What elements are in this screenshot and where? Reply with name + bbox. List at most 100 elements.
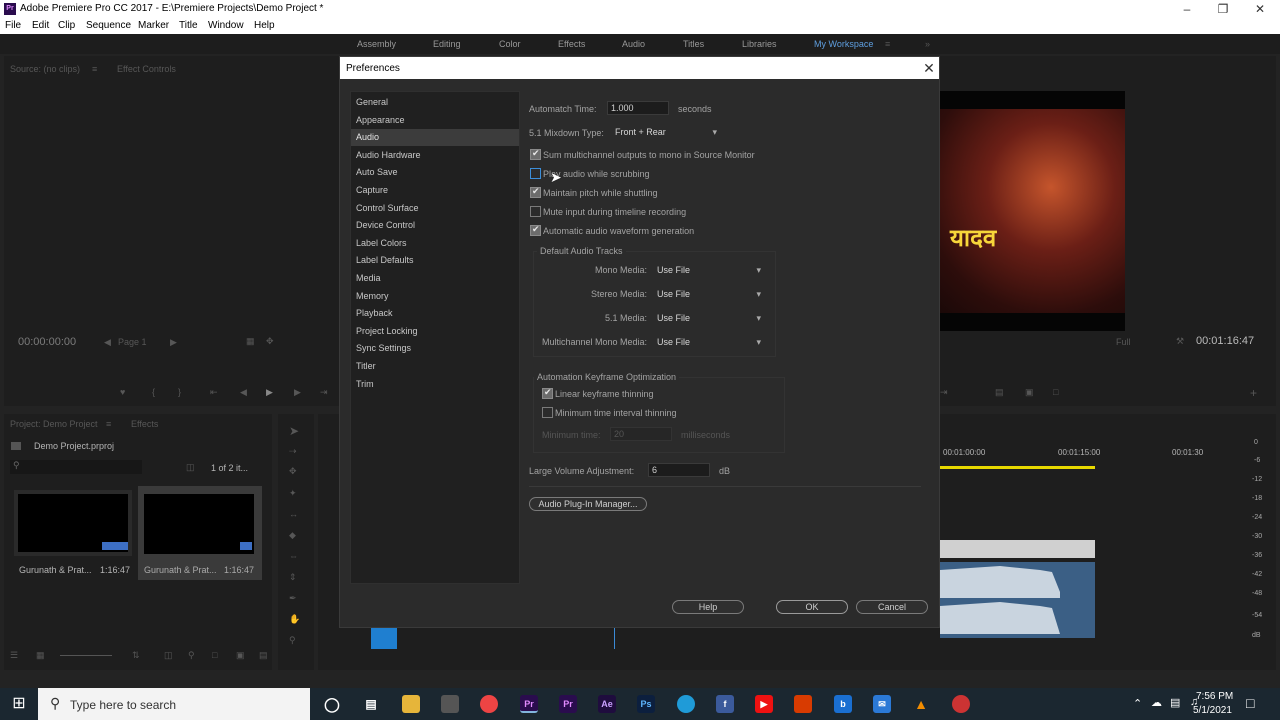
vlc-icon[interactable]: ▲ [912,695,930,713]
network-icon[interactable]: ▤ [1170,696,1180,709]
clip-thumbnail-1[interactable] [14,490,132,556]
project-search-input[interactable]: ⚲ [10,460,142,474]
min-time-input[interactable]: 20 [610,427,672,441]
workspace-my-workspace[interactable]: My Workspace [814,39,873,49]
windows-start-icon[interactable]: ⊞ [0,688,38,720]
slide-icon[interactable]: ⇕ [289,572,297,583]
new-bin-icon[interactable]: □ [212,650,217,660]
zoom-icon[interactable]: ⚲ [289,635,296,646]
tab-effect-controls[interactable]: Effect Controls [117,64,176,74]
work-area-bar[interactable] [940,466,1095,469]
edge-icon[interactable] [677,695,695,713]
workspaces-overflow-icon[interactable]: » [925,39,930,49]
minimize-icon[interactable]: – [1177,2,1197,16]
new-item-icon[interactable]: ▣ [236,650,245,661]
page-prev-icon[interactable]: ◀ [104,337,111,348]
chrome-icon[interactable] [480,695,498,713]
tray-chevron-icon[interactable]: ⌃ [1133,697,1142,710]
task-view-icon[interactable]: ▤ [362,695,380,713]
prelude-taskbar-icon[interactable]: Pr [559,695,577,713]
maintain-pitch-checkbox[interactable] [530,186,541,198]
rolling-edit-icon[interactable]: ✦ [289,488,297,499]
category-general[interactable]: General [351,94,519,111]
settings-icon[interactable]: ▦ [246,336,255,347]
bing-icon[interactable]: b [834,695,852,713]
menu-clip[interactable]: Clip [58,20,75,31]
mark-out-icon[interactable]: } [178,387,181,397]
waveform-generation-checkbox[interactable] [530,224,541,236]
zoom-slider[interactable] [60,655,112,656]
go-to-out-icon[interactable]: ⇥ [320,387,328,398]
premiere-taskbar-icon[interactable]: Pr [520,695,538,713]
list-view-icon[interactable]: ☰ [10,650,18,661]
category-audio-hardware[interactable]: Audio Hardware [351,147,519,164]
workspace-libraries[interactable]: Libraries [742,39,777,49]
extract-icon[interactable]: ▣ [1025,387,1034,398]
wrench-icon[interactable]: ⚒ [1176,336,1184,347]
sort-icon[interactable]: ⇅ [132,650,140,661]
mixdown-dropdown[interactable]: Front + Rear [612,125,720,139]
menu-help[interactable]: Help [254,20,275,31]
photoshop-icon[interactable]: Ps [637,695,655,713]
category-audio[interactable]: Audio [351,129,519,147]
youtube-icon[interactable]: ▶ [755,695,773,713]
sum-multichannel-checkbox[interactable] [530,148,541,160]
step-forward-icon[interactable]: ▶ [294,387,301,398]
mute-input-checkbox[interactable] [530,206,541,217]
rate-stretch-icon[interactable]: ↔ [289,509,298,519]
category-titler[interactable]: Titler [351,358,519,375]
automate-icon[interactable]: ◫ [164,650,173,661]
multichannel-mono-dropdown[interactable]: Use File [654,335,764,349]
source-tab-menu-icon[interactable]: ≡ [92,64,97,74]
maximize-icon[interactable]: ❐ [1213,2,1233,16]
page-next-icon[interactable]: ▶ [170,337,177,348]
after-effects-icon[interactable]: Ae [598,695,616,713]
taskbar-search-box[interactable]: ⚲ Type here to search [38,688,310,720]
audio-plugin-manager-button[interactable]: Audio Plug-In Manager... [529,497,647,511]
min-interval-checkbox[interactable] [542,407,553,418]
workspace-titles[interactable]: Titles [683,39,704,49]
category-sync-settings[interactable]: Sync Settings [351,340,519,357]
file-explorer-icon[interactable] [402,695,420,713]
menu-marker[interactable]: Marker [138,20,169,31]
menu-edit[interactable]: Edit [32,20,49,31]
workspace-audio[interactable]: Audio [622,39,645,49]
ok-button[interactable]: OK [776,600,848,614]
cortana-icon[interactable]: ◯ [323,695,341,713]
step-back-icon[interactable]: ◀ [240,387,247,398]
page-select[interactable]: Page 1 [118,337,147,347]
category-auto-save[interactable]: Auto Save [351,164,519,181]
ripple-edit-icon[interactable]: ✥ [289,466,297,477]
category-device-control[interactable]: Device Control [351,217,519,234]
tab-effects[interactable]: Effects [131,419,158,429]
track-target[interactable] [371,627,397,649]
go-to-in-icon[interactable]: ⇤ [210,387,218,398]
linear-thinning-checkbox[interactable] [542,387,553,399]
category-memory[interactable]: Memory [351,288,519,305]
go-to-out-icon[interactable]: ⇥ [940,387,948,398]
menu-window[interactable]: Window [208,20,244,31]
help-button[interactable]: Help [672,600,744,614]
clock-date[interactable]: 5/1/2021 [1193,705,1232,716]
add-button-icon[interactable]: + [1250,386,1257,400]
close-window-icon[interactable]: ✕ [1250,2,1270,16]
large-volume-input[interactable]: 6 [648,463,710,477]
office-icon[interactable] [794,695,812,713]
category-project-locking[interactable]: Project Locking [351,323,519,340]
find-icon[interactable]: ⚲ [188,650,195,661]
program-timecode[interactable]: 00:01:16:47 [1196,335,1254,347]
marker-icon[interactable]: ♥ [120,387,125,397]
audio-clip[interactable] [940,562,1095,638]
menu-file[interactable]: File [5,20,21,31]
category-capture[interactable]: Capture [351,182,519,199]
category-appearance[interactable]: Appearance [351,112,519,129]
workspace-assembly[interactable]: Assembly [357,39,396,49]
video-clip[interactable] [940,540,1095,558]
mono-media-dropdown[interactable]: Use File [654,263,764,277]
notifications-icon[interactable]: □ [1246,695,1254,711]
source-timecode[interactable]: 00:00:00:00 [18,336,76,348]
category-label-colors[interactable]: Label Colors [351,235,519,252]
razor-icon[interactable]: ◆ [289,530,296,541]
mail-icon[interactable]: ✉ [873,695,891,713]
workspace-menu-icon[interactable]: ≡ [885,39,890,49]
